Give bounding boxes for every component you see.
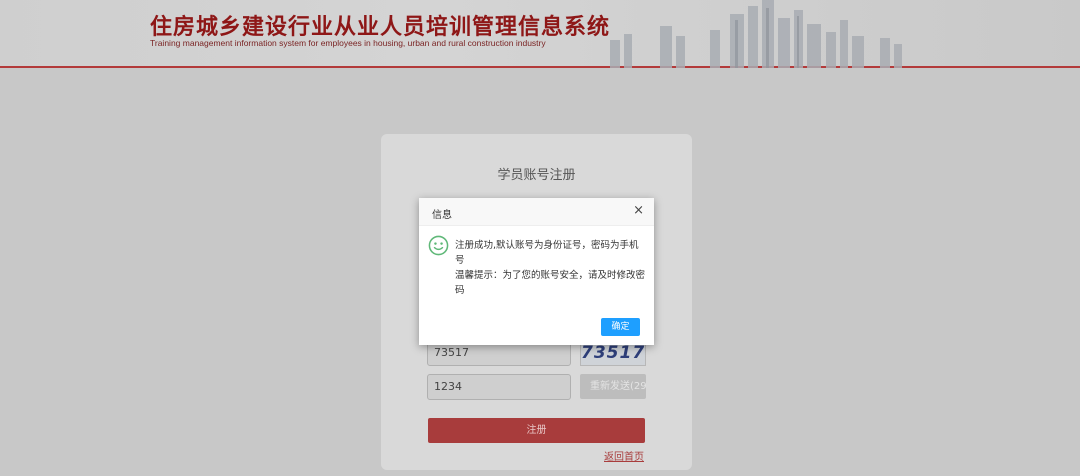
site-subtitle: Training management information system f… [150, 38, 546, 48]
form-title: 学员账号注册 [497, 168, 576, 183]
register-button[interactable]: 注册 [428, 418, 645, 443]
back-home-link[interactable]: 返回首页 [604, 448, 644, 463]
city-skyline-image [610, 0, 902, 68]
dialog-title: 信息 [432, 210, 452, 221]
site-title: 住房城乡建设行业从业人员培训管理信息系统 [150, 14, 611, 40]
resend-code-button[interactable]: 重新发送(29 [580, 374, 646, 399]
dialog-header: 信息 × [419, 198, 654, 226]
sms-code-input[interactable]: 1234 [427, 374, 571, 400]
site-header: 住房城乡建设行业从业人员培训管理信息系统 Training management… [0, 0, 1080, 68]
ok-button[interactable]: 确定 [601, 318, 640, 336]
close-icon[interactable]: × [633, 203, 644, 219]
smile-icon [428, 235, 449, 256]
info-dialog: 信息 × 注册成功,默认账号为身份证号，密码为手机号 温馨提示：为了您的账号安全… [419, 198, 654, 345]
dialog-message: 注册成功,默认账号为身份证号，密码为手机号 温馨提示：为了您的账号安全，请及时修… [455, 238, 645, 298]
dialog-message-line2: 温馨提示：为了您的账号安全，请及时修改密码 [455, 270, 646, 296]
dialog-message-line1: 注册成功,默认账号为身份证号，密码为手机号 [455, 240, 639, 266]
